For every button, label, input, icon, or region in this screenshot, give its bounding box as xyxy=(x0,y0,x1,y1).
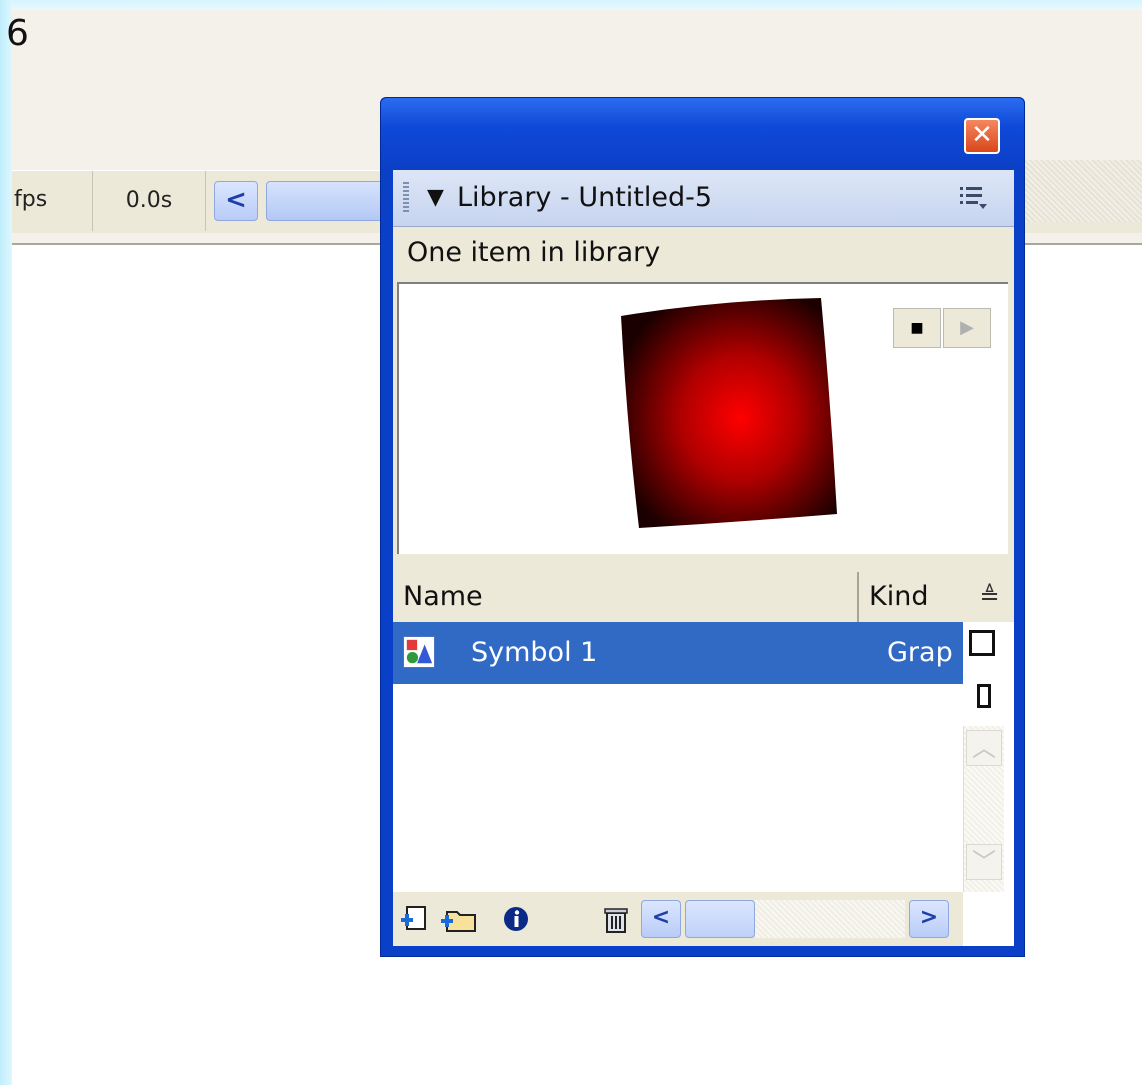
desktop-left-strip xyxy=(0,0,12,1085)
library-window: ✕ ▼ Library - Untitled-5 One item in lib… xyxy=(380,97,1025,957)
scroll-down-button[interactable]: ﹀ xyxy=(966,844,1002,880)
scrollbar-corner xyxy=(963,892,1014,946)
stop-preview-button[interactable]: ■ xyxy=(893,308,941,348)
horizontal-scroll-thumb[interactable] xyxy=(685,900,755,938)
horizontal-scroll-track[interactable] xyxy=(755,900,905,938)
library-panel-header[interactable]: ▼ Library - Untitled-5 xyxy=(393,170,1014,227)
narrow-state-button[interactable] xyxy=(977,684,991,708)
panel-grip-handle[interactable] xyxy=(403,182,409,214)
toggle-sort-order-button[interactable]: ≜ xyxy=(965,572,1014,622)
play-preview-button[interactable]: ▶ xyxy=(943,308,991,348)
column-header-name[interactable]: Name xyxy=(393,572,859,622)
wide-state-button[interactable] xyxy=(969,630,995,656)
symbol-preview-pane: ■ ▶ xyxy=(397,282,1008,554)
scroll-up-button[interactable]: ︿ xyxy=(966,730,1002,766)
graphic-symbol-icon xyxy=(403,636,435,668)
library-panel: ▼ Library - Untitled-5 One item in libra… xyxy=(393,170,1014,946)
partial-heading-text: 6 xyxy=(6,13,29,54)
collapse-triangle-icon[interactable]: ▼ xyxy=(427,184,444,212)
properties-info-icon[interactable] xyxy=(501,904,531,934)
list-item[interactable]: Symbol 1 Grap xyxy=(393,622,963,684)
horizontal-scroll-left-button[interactable]: < xyxy=(641,900,681,938)
delete-trash-icon[interactable] xyxy=(601,904,631,934)
library-panel-title: Library - Untitled-5 xyxy=(457,182,713,213)
new-symbol-icon[interactable] xyxy=(399,904,429,934)
frame-rate-label: fps xyxy=(14,187,48,212)
close-window-button[interactable]: ✕ xyxy=(964,118,1000,154)
preview-playback-controls: ■ ▶ xyxy=(893,308,993,348)
desktop-top-strip xyxy=(0,0,1142,10)
new-folder-icon[interactable] xyxy=(439,904,479,934)
list-vertical-scrollbar[interactable]: ︿ ﹀ xyxy=(963,726,1004,892)
horizontal-scroll-right-button[interactable]: > xyxy=(909,900,949,938)
library-item-count: One item in library xyxy=(393,227,1014,279)
item-name: Symbol 1 xyxy=(471,637,598,668)
elapsed-time-display: 0.0s xyxy=(92,171,206,231)
library-window-titlebar[interactable]: ✕ xyxy=(381,98,1024,170)
library-bottom-toolbar: < > xyxy=(393,892,963,946)
item-kind: Grap xyxy=(887,637,953,668)
symbol-preview-image xyxy=(621,298,837,528)
list-side-controls: ︿ ﹀ xyxy=(963,622,1014,892)
timeline-scroll-left-button[interactable]: < xyxy=(214,181,258,221)
library-item-list: Symbol 1 Grap xyxy=(393,622,963,892)
column-header-kind[interactable]: Kind xyxy=(861,572,963,622)
panel-options-menu-icon[interactable] xyxy=(959,184,989,212)
library-list-header: Name Kind xyxy=(393,572,963,623)
